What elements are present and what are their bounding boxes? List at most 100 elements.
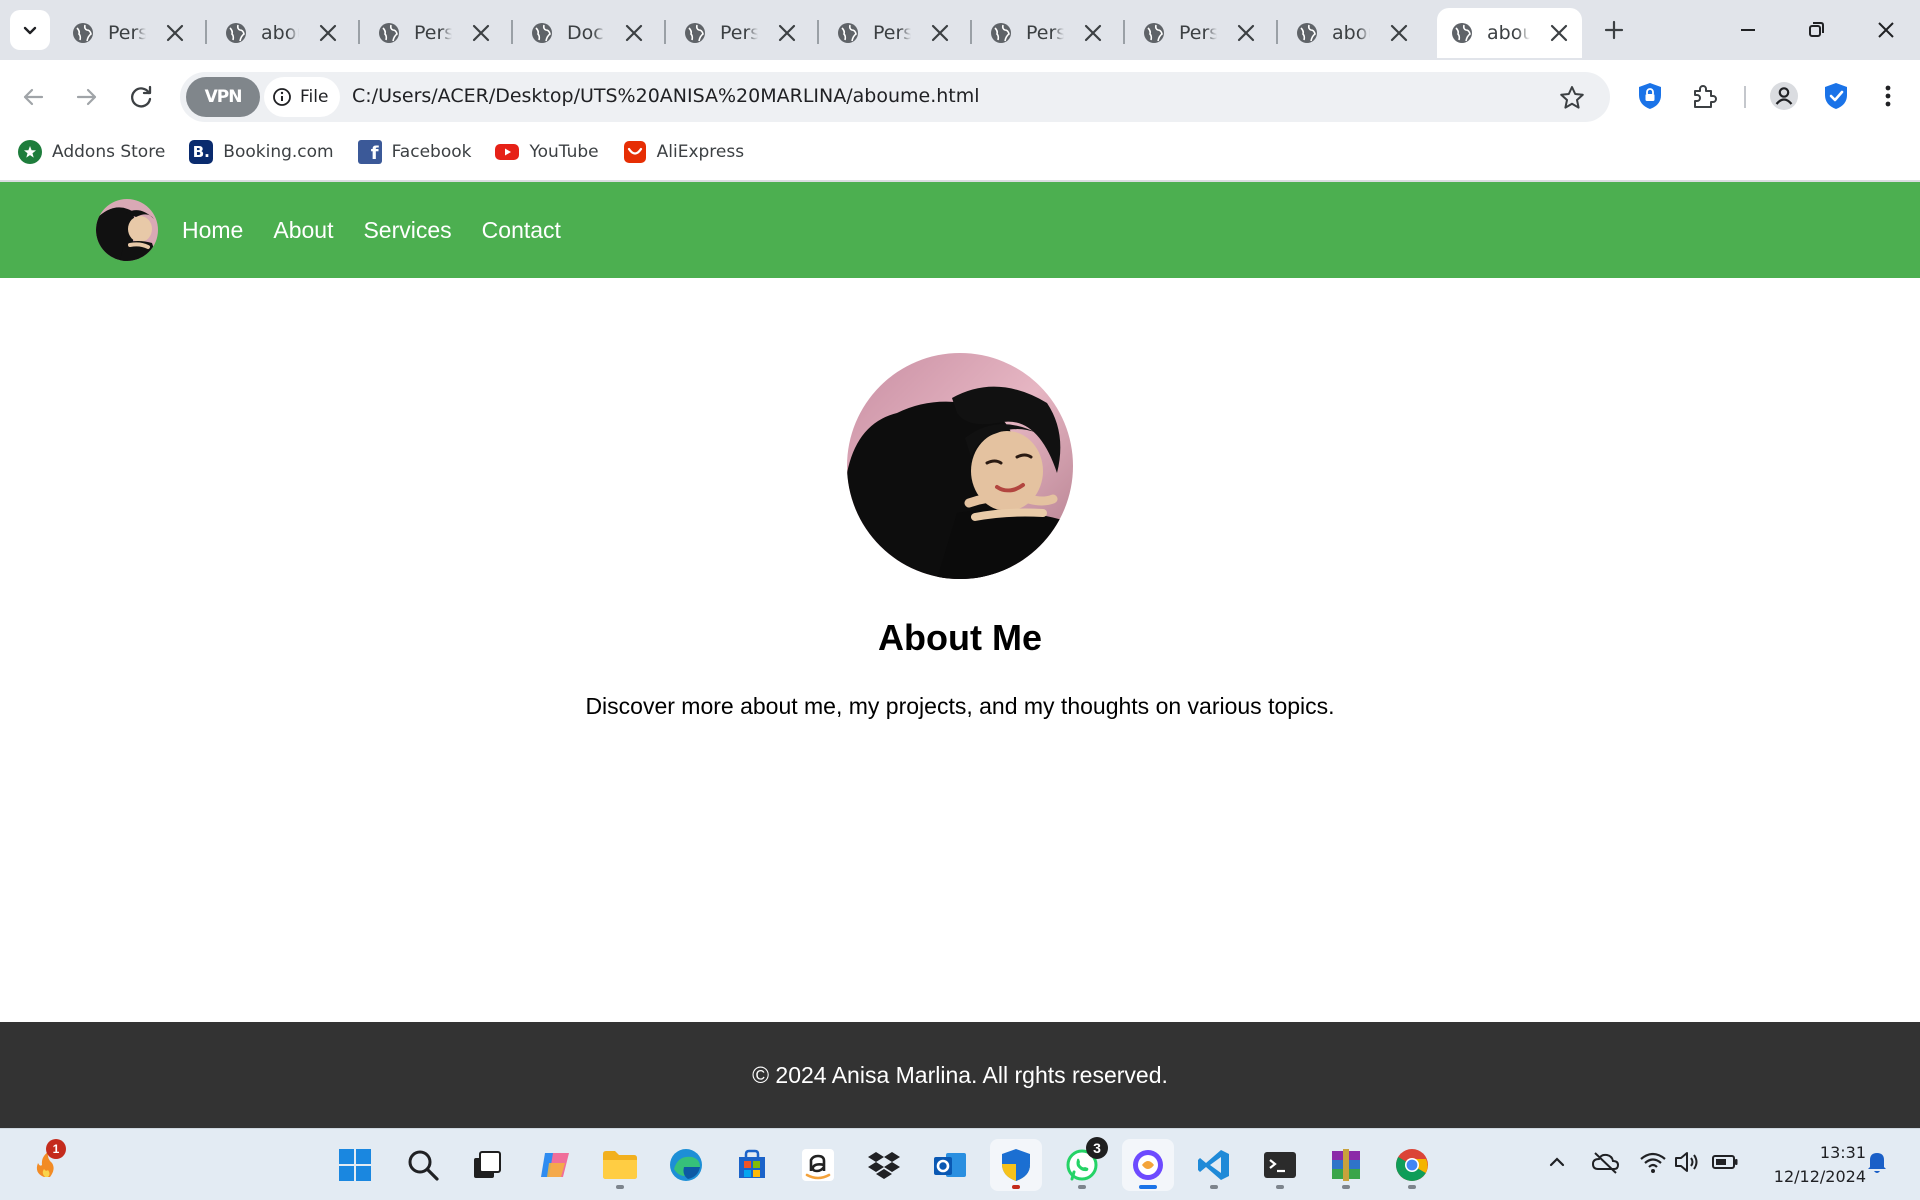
dropbox-app[interactable]: [858, 1139, 910, 1191]
aliexpress-logo-icon: [623, 141, 646, 163]
bookmark-youtube[interactable]: YouTube: [495, 140, 599, 164]
security-shield-check-icon[interactable]: [1820, 80, 1852, 112]
widgets-button[interactable]: 1: [30, 1139, 66, 1181]
tab[interactable]: Personal Website: [364, 8, 504, 58]
taskbar-search[interactable]: [397, 1139, 449, 1191]
bookmark-facebook[interactable]: f Facebook: [357, 140, 472, 164]
close-tab-icon[interactable]: [623, 22, 645, 44]
tab-search-button[interactable]: [10, 10, 50, 50]
tab[interactable]: about: [211, 8, 351, 58]
nav-link-services[interactable]: Services: [363, 217, 451, 244]
site-footer: © 2024 Anisa Marlina. All rghts reserved…: [0, 1022, 1920, 1128]
running-indicator: [1012, 1185, 1020, 1189]
bookmark-aliexpress[interactable]: AliExpress: [623, 140, 744, 164]
close-tab-icon[interactable]: [1082, 22, 1104, 44]
vscode-icon: [1198, 1150, 1229, 1180]
about-heading: About Me: [878, 617, 1042, 658]
new-tab-plus-icon[interactable]: [1600, 16, 1628, 44]
globe-favicon-icon: [1452, 23, 1472, 43]
more-menu-icon[interactable]: [1872, 80, 1904, 112]
profile-photo: [847, 353, 1073, 579]
bookmark-star-icon[interactable]: [1558, 84, 1586, 112]
windows-logo-icon: [339, 1149, 371, 1181]
volume-icon[interactable]: [1672, 1147, 1702, 1177]
close-tab-icon[interactable]: [1388, 22, 1410, 44]
terminal-app[interactable]: [1254, 1139, 1306, 1191]
booking-logo-icon: B.: [189, 140, 214, 164]
nav-link-contact[interactable]: Contact: [482, 217, 561, 244]
running-indicator: [1408, 1185, 1416, 1189]
vpn-button[interactable]: VPN: [186, 77, 260, 117]
chrome-app[interactable]: [1386, 1139, 1438, 1191]
bookmark-label: YouTube: [529, 142, 599, 162]
vpn-label: VPN: [204, 87, 243, 107]
proton-pass-app[interactable]: [1122, 1139, 1174, 1191]
tab[interactable]: Personal Website: [1129, 8, 1269, 58]
info-icon: [273, 88, 291, 106]
tab[interactable]: Personal Website: [670, 8, 810, 58]
reload-icon[interactable]: [126, 82, 156, 112]
bookmark-label: Addons Store: [52, 142, 166, 162]
close-tab-icon[interactable]: [317, 22, 339, 44]
file-explorer-app[interactable]: [594, 1139, 646, 1191]
minimize-icon[interactable]: [1732, 14, 1764, 46]
site-info-chip[interactable]: File: [264, 77, 341, 117]
profile-avatar-icon[interactable]: [1768, 80, 1800, 112]
forward-arrow-icon[interactable]: [72, 82, 102, 112]
system-clock[interactable]: 13:31 12/12/2024: [1774, 1141, 1866, 1189]
tab[interactable]: Personal Website: [976, 8, 1116, 58]
tab-separator: [1123, 20, 1125, 44]
globe-favicon-icon: [1144, 23, 1164, 43]
onedrive-cloud-icon[interactable]: [1590, 1147, 1620, 1177]
close-tab-icon[interactable]: [776, 22, 798, 44]
tab-active[interactable]: about: [1437, 8, 1582, 58]
edge-app[interactable]: [660, 1139, 712, 1191]
edge-browser-icon: [670, 1149, 702, 1181]
amazon-app[interactable]: [792, 1139, 844, 1191]
show-hidden-icons-chevron-icon[interactable]: [1542, 1147, 1572, 1177]
globe-favicon-icon: [532, 23, 552, 43]
nav-link-about[interactable]: About: [273, 217, 333, 244]
start-button[interactable]: [329, 1139, 381, 1191]
close-window-icon[interactable]: [1870, 14, 1902, 46]
globe-favicon-icon: [838, 23, 858, 43]
wifi-icon[interactable]: [1638, 1147, 1668, 1177]
password-manager-shield-icon[interactable]: [1634, 80, 1666, 112]
tab[interactable]: Document: [517, 8, 657, 58]
tab[interactable]: aboume: [1282, 8, 1422, 58]
dropbox-icon: [868, 1152, 900, 1179]
battery-icon[interactable]: [1710, 1147, 1740, 1177]
vscode-app[interactable]: [1188, 1139, 1240, 1191]
restore-icon[interactable]: [1800, 14, 1832, 46]
address-bar[interactable]: VPN File C:/Users/ACER/Desktop/UTS%20ANI…: [180, 72, 1610, 122]
tab-separator: [205, 20, 207, 44]
close-tab-icon[interactable]: [470, 22, 492, 44]
bookmark-addons-store[interactable]: Addons Store: [18, 140, 165, 164]
close-tab-icon[interactable]: [1235, 22, 1257, 44]
tab[interactable]: Personal Website: [58, 8, 198, 58]
tab[interactable]: Personal Website: [823, 8, 963, 58]
nav-link-home[interactable]: Home: [182, 217, 243, 244]
running-indicator: [1342, 1185, 1350, 1189]
copilot-app[interactable]: [529, 1139, 581, 1191]
task-view-button[interactable]: [461, 1139, 513, 1191]
running-indicator: [1078, 1185, 1086, 1189]
url-text[interactable]: C:/Users/ACER/Desktop/UTS%20ANISA%20MARL…: [352, 85, 980, 107]
microsoft-store-app[interactable]: [726, 1139, 778, 1191]
winrar-app[interactable]: [1320, 1139, 1372, 1191]
back-arrow-icon[interactable]: [18, 82, 48, 112]
security-shield-icon: [1002, 1149, 1030, 1181]
extensions-puzzle-icon[interactable]: [1688, 80, 1720, 112]
outlook-icon: [934, 1153, 966, 1177]
close-tab-icon[interactable]: [1548, 22, 1570, 44]
outlook-app[interactable]: [924, 1139, 976, 1191]
bookmark-booking[interactable]: B. Booking.com: [189, 140, 334, 164]
whatsapp-app[interactable]: 3: [1056, 1137, 1108, 1191]
close-tab-icon[interactable]: [164, 22, 186, 44]
close-tab-icon[interactable]: [929, 22, 951, 44]
nav-avatar[interactable]: [96, 199, 158, 261]
notification-bell-icon[interactable]: [1862, 1147, 1892, 1177]
bookmark-label: Facebook: [391, 142, 472, 162]
tab-title: Personal Website: [1179, 22, 1217, 44]
windows-security-app[interactable]: [990, 1139, 1042, 1191]
